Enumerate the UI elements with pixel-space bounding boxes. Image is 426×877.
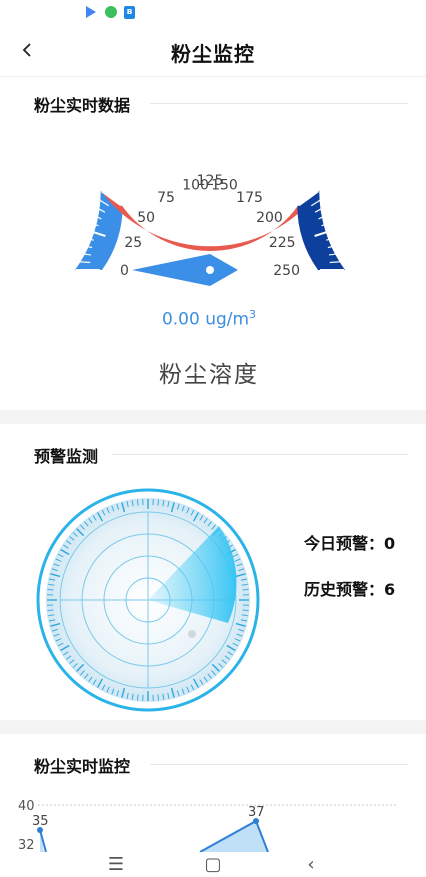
- gauge-tick-label: 25: [124, 235, 142, 251]
- today-warning-label: 今日预警：: [304, 534, 385, 553]
- gauge-value-text: 0.00 ug/m: [161, 309, 250, 330]
- dust-gauge: 0255075100125150175200225250: [75, 136, 345, 286]
- history-warning-label: 历史预警：: [304, 580, 385, 599]
- gauge-tick: [260, 148, 268, 162]
- gauge-tick-label: 75: [157, 190, 175, 206]
- gauge-tick: [111, 177, 123, 189]
- page-title: 粉尘监控: [171, 42, 255, 66]
- radar-tick: [136, 694, 139, 701]
- gauge-needle-hub: [206, 266, 214, 274]
- today-warning-value: 0: [384, 534, 396, 553]
- gauge-tick-label: 175: [236, 190, 263, 206]
- today-warning: 今日预警：0: [304, 530, 395, 554]
- gauge-tick: [117, 171, 129, 183]
- header: 粉尘监控: [0, 28, 426, 77]
- gauge-tick: [160, 145, 167, 159]
- nav-back-button[interactable]: ‹: [296, 852, 326, 877]
- home-icon: ▢: [204, 854, 222, 875]
- gauge-label: 粉尘溶度: [159, 362, 259, 388]
- gauge-tick: [243, 142, 253, 166]
- gauge-tick: [224, 136, 228, 152]
- system-nav-bar: ☰ ▢ ‹: [0, 852, 426, 877]
- radar-tick: [157, 694, 160, 701]
- gauge-tick: [176, 140, 181, 154]
- gauge-tick: [302, 184, 314, 194]
- dust-line-chart: 40 32 35 37: [18, 799, 398, 852]
- gauge-tick: [286, 166, 296, 178]
- radar-blip: [188, 630, 196, 638]
- radar-tick: [242, 588, 249, 591]
- gauge-tick: [80, 236, 94, 241]
- section-separator: [0, 720, 426, 734]
- section-title-realtime-monitor: 粉尘实时监控: [34, 757, 131, 776]
- gauge-value-readout: 0.00 ug/m3: [0, 308, 418, 330]
- gauge-tick: [239, 140, 244, 154]
- gauge-tick-label: 250: [273, 263, 300, 279]
- chart-point-label: 37: [248, 805, 265, 820]
- section-separator: [0, 410, 426, 424]
- gauge-needle: [132, 254, 238, 286]
- gauge-unit-superscript: 3: [249, 308, 257, 321]
- menu-button[interactable]: ☰: [101, 852, 131, 877]
- section-divider: [112, 454, 408, 455]
- gauge-tick: [267, 152, 276, 166]
- gauge-needle-pointer: [132, 254, 238, 286]
- radar-tick: [47, 588, 54, 591]
- gauge-tick-label: 200: [256, 210, 283, 226]
- back-icon: ‹: [307, 854, 315, 875]
- gauge-tick: [326, 236, 340, 241]
- section-title-warning: 预警监测: [34, 447, 99, 466]
- gauge-tick-label: 225: [269, 235, 296, 251]
- menu-icon: ☰: [107, 854, 125, 875]
- gauge-tick: [273, 156, 283, 170]
- gauge-tick: [137, 156, 147, 170]
- radar-tick: [157, 499, 160, 506]
- radar-widget: [36, 488, 260, 712]
- gauge-tick: [106, 184, 118, 194]
- history-warning-value: 6: [384, 580, 396, 599]
- gauge-tick: [297, 177, 309, 189]
- history-warning: 历史预警：6: [304, 576, 395, 600]
- section-divider: [150, 103, 408, 104]
- home-button[interactable]: ▢: [198, 852, 228, 877]
- radar-tick: [47, 609, 54, 612]
- gauge-tick: [124, 166, 134, 178]
- gauge-tick-label: 50: [137, 210, 155, 226]
- gauge-tick: [291, 171, 303, 183]
- gauge-tick: [184, 138, 189, 153]
- gauge-tick: [321, 220, 335, 227]
- gauge-tick-label: 0: [120, 263, 129, 279]
- gauge-tick: [192, 136, 196, 152]
- gauge-tick: [231, 138, 236, 153]
- radar-tick: [242, 609, 249, 612]
- gauge-tick: [167, 142, 177, 166]
- gauge-tick: [216, 136, 220, 151]
- section-title-realtime-data: 粉尘实时数据: [34, 96, 131, 115]
- bluetooth-icon: ʙ: [124, 6, 135, 19]
- radar-tick: [136, 499, 139, 506]
- section-divider: [150, 764, 408, 765]
- gauge-tick: [85, 220, 99, 227]
- app-notification-icon: [105, 6, 117, 18]
- gauge-tick-label: 150: [211, 177, 238, 193]
- gauge-tick: [152, 148, 160, 162]
- gauge-tick: [144, 152, 153, 166]
- chart-point-label: 35: [32, 814, 49, 829]
- y-tick-label: 40: [18, 799, 35, 814]
- play-store-icon: [86, 6, 96, 18]
- gauge-tick: [253, 145, 260, 159]
- y-tick-label: 32: [18, 838, 35, 852]
- status-bar: ʙ: [0, 0, 426, 28]
- gauge-tick: [200, 136, 204, 151]
